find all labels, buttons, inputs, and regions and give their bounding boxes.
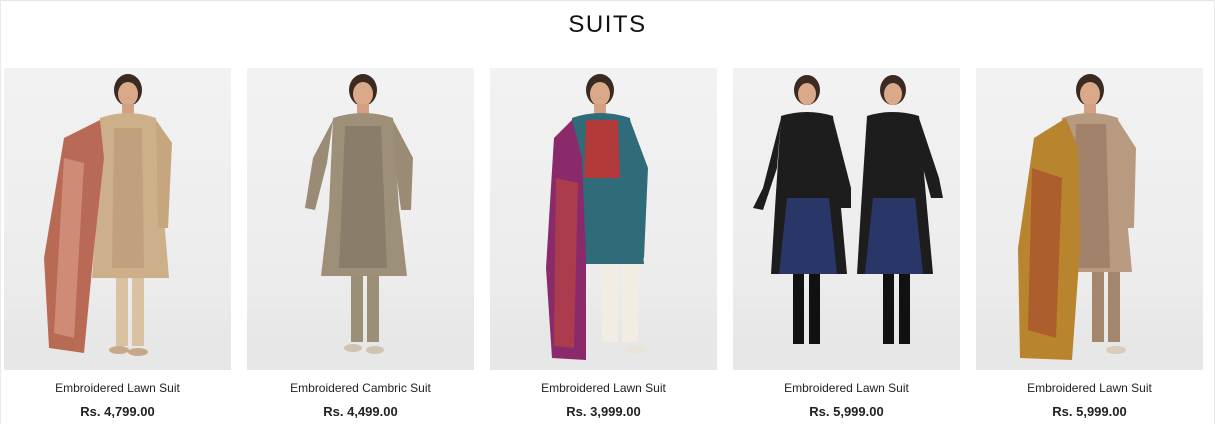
product-image[interactable]	[490, 68, 717, 370]
product-grid: Embroidered Lawn Suit Rs. 4,799.00 Embro…	[4, 68, 1204, 424]
product-card[interactable]: Embroidered Cambric Suit Rs. 4,499.00	[247, 68, 474, 424]
product-price: Rs. 3,999.00	[566, 404, 641, 419]
model-illustration	[976, 74, 1203, 370]
product-image[interactable]	[247, 68, 474, 370]
product-price: Rs. 5,999.00	[809, 404, 884, 419]
product-image[interactable]	[733, 68, 960, 370]
product-image[interactable]	[4, 68, 231, 370]
product-name[interactable]: Embroidered Lawn Suit	[733, 381, 960, 395]
product-name[interactable]: Embroidered Lawn Suit	[490, 381, 717, 395]
product-name[interactable]: Embroidered Lawn Suit	[976, 381, 1203, 395]
model-illustration	[4, 74, 231, 370]
product-section: SUITS Embroidered Lawn Suit Rs. 4,799.00…	[0, 0, 1215, 424]
model-illustration	[733, 75, 960, 370]
product-card[interactable]: Embroidered Lawn Suit Rs. 5,999.00	[733, 68, 960, 424]
product-price: Rs. 5,999.00	[1052, 404, 1127, 419]
product-price: Rs. 4,799.00	[80, 404, 155, 419]
product-price: Rs. 4,499.00	[323, 404, 398, 419]
model-illustration	[247, 74, 474, 370]
model-illustration	[490, 74, 717, 370]
product-card[interactable]: Embroidered Lawn Suit Rs. 4,799.00	[4, 68, 231, 424]
product-name[interactable]: Embroidered Cambric Suit	[247, 381, 474, 395]
product-name[interactable]: Embroidered Lawn Suit	[4, 381, 231, 395]
product-card[interactable]: Embroidered Lawn Suit Rs. 3,999.00	[490, 68, 717, 424]
section-title: SUITS	[568, 11, 647, 38]
product-card[interactable]: Embroidered Lawn Suit Rs. 5,999.00	[976, 68, 1203, 424]
product-image[interactable]	[976, 68, 1203, 370]
